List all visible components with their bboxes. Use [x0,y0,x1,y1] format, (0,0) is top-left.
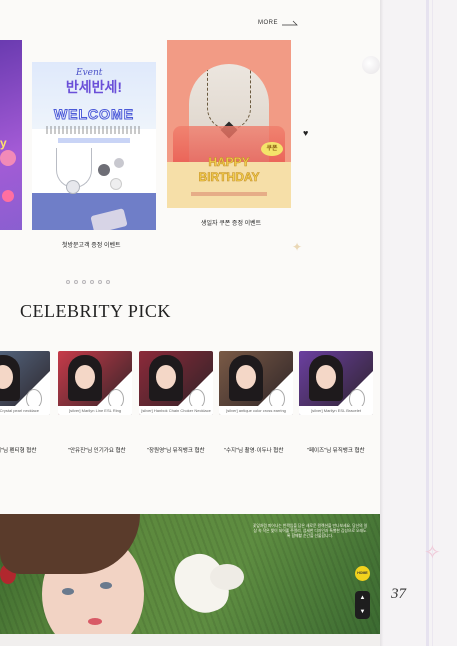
celebrity-caption: "지"님 펜티형 협찬 [0,448,37,454]
celebrity-caption: "수지"님 촬영·이두나 협찬 [224,448,284,454]
event-title: 반세반세! [65,79,123,95]
event-welcome-text: WELCOME [53,106,135,123]
spine-edge [380,0,384,646]
carousel-dot[interactable] [66,280,70,284]
white-flower-image [210,564,244,590]
carousel-dot[interactable] [74,280,78,284]
heart-decoration [2,190,14,202]
event-card-partial[interactable]: y [0,40,22,230]
celebrity-caption: "페이즈"님 뮤직뱅크 협찬 [307,448,365,454]
event-caption: 첫방문고객 증정 이벤트 [62,243,121,249]
scroll-up-button[interactable]: ▲ [355,591,370,605]
event-card-welcome[interactable]: Event 반세반세! WELCOME [32,62,156,230]
more-label: MORE [258,20,278,26]
model-lips [88,618,102,625]
scroll-nav[interactable]: ▲ ▼ [355,591,370,619]
pendant-image [66,180,80,194]
model-eye [62,588,74,595]
product-name: [silver] Crystal pearl necklace [0,406,50,415]
celebrity-card[interactable]: [silver] Hanbok Chain Choker Necklace [139,351,213,415]
product-name: [silver] Hanbok Chain Choker Necklace [139,406,213,415]
product-name: [silver] antique color cross earring [219,406,293,415]
promo-banner[interactable]: 꽃잎처럼 피어나는 반짝임을 담은 새로운 컬렉션을 만나보세요. 당신의 일상… [0,514,380,634]
celebrity-caption: "장원영"님 뮤직뱅크 협찬 [147,448,205,454]
home-button[interactable]: HOME [355,566,370,581]
carousel-dot[interactable] [82,280,86,284]
celebrity-caption: "안유진"님 인기가요 협찬 [68,448,126,454]
carousel-dot[interactable] [90,280,94,284]
celebrity-card[interactable]: [silver] Marilyn Line ESL Ring [58,351,132,415]
celebrity-card[interactable]: [silver] Crystal pearl necklace [0,351,50,415]
page-number: 37 [391,586,406,602]
heart-decoration [0,150,16,166]
book-spine [380,0,457,646]
page: MORE y Event 반세반세! WELCOME HAPPY BIRTHDA… [0,0,380,634]
carousel-dots[interactable] [66,280,110,284]
event-card-birthday[interactable]: HAPPY BIRTHDAY 쿠폰 [167,40,291,208]
celebrity-card[interactable]: [silver] antique color cross earring [219,351,293,415]
section-title: CELEBRITY PICK [20,301,171,321]
bubble-decoration [362,56,380,74]
banner-description: 꽃잎처럼 피어나는 반짝임을 담은 새로운 컬렉션을 만나보세요. 당신의 일상… [252,524,368,539]
birthday-text: BIRTHDAY [198,170,260,185]
event-band [58,138,130,143]
sparkle-icon: ✧ [424,542,441,564]
arrow-right-icon [282,20,298,26]
celebrity-card[interactable]: [silver] Marilyn ESL Bracelet [299,351,373,415]
model-eye [100,582,112,589]
jewelry-case-image [90,208,128,230]
carousel-dot[interactable] [106,280,110,284]
sparkle-icon: ✦ [292,240,303,254]
product-name: [silver] Marilyn Line ESL Ring [58,406,132,415]
happy-text: HAPPY [208,155,250,169]
coupon-badge: 쿠폰 [261,142,283,156]
event-caption: 생일자 쿠폰 증정 이벤트 [201,221,262,227]
more-link[interactable]: MORE [258,20,298,26]
heart-icon: ♥ [303,128,309,138]
event-script: Event [76,68,103,78]
carousel-dot[interactable] [98,280,102,284]
event-subtext [46,126,142,134]
scroll-down-button[interactable]: ▼ [355,605,370,619]
product-name: [silver] Marilyn ESL Bracelet [299,406,373,415]
